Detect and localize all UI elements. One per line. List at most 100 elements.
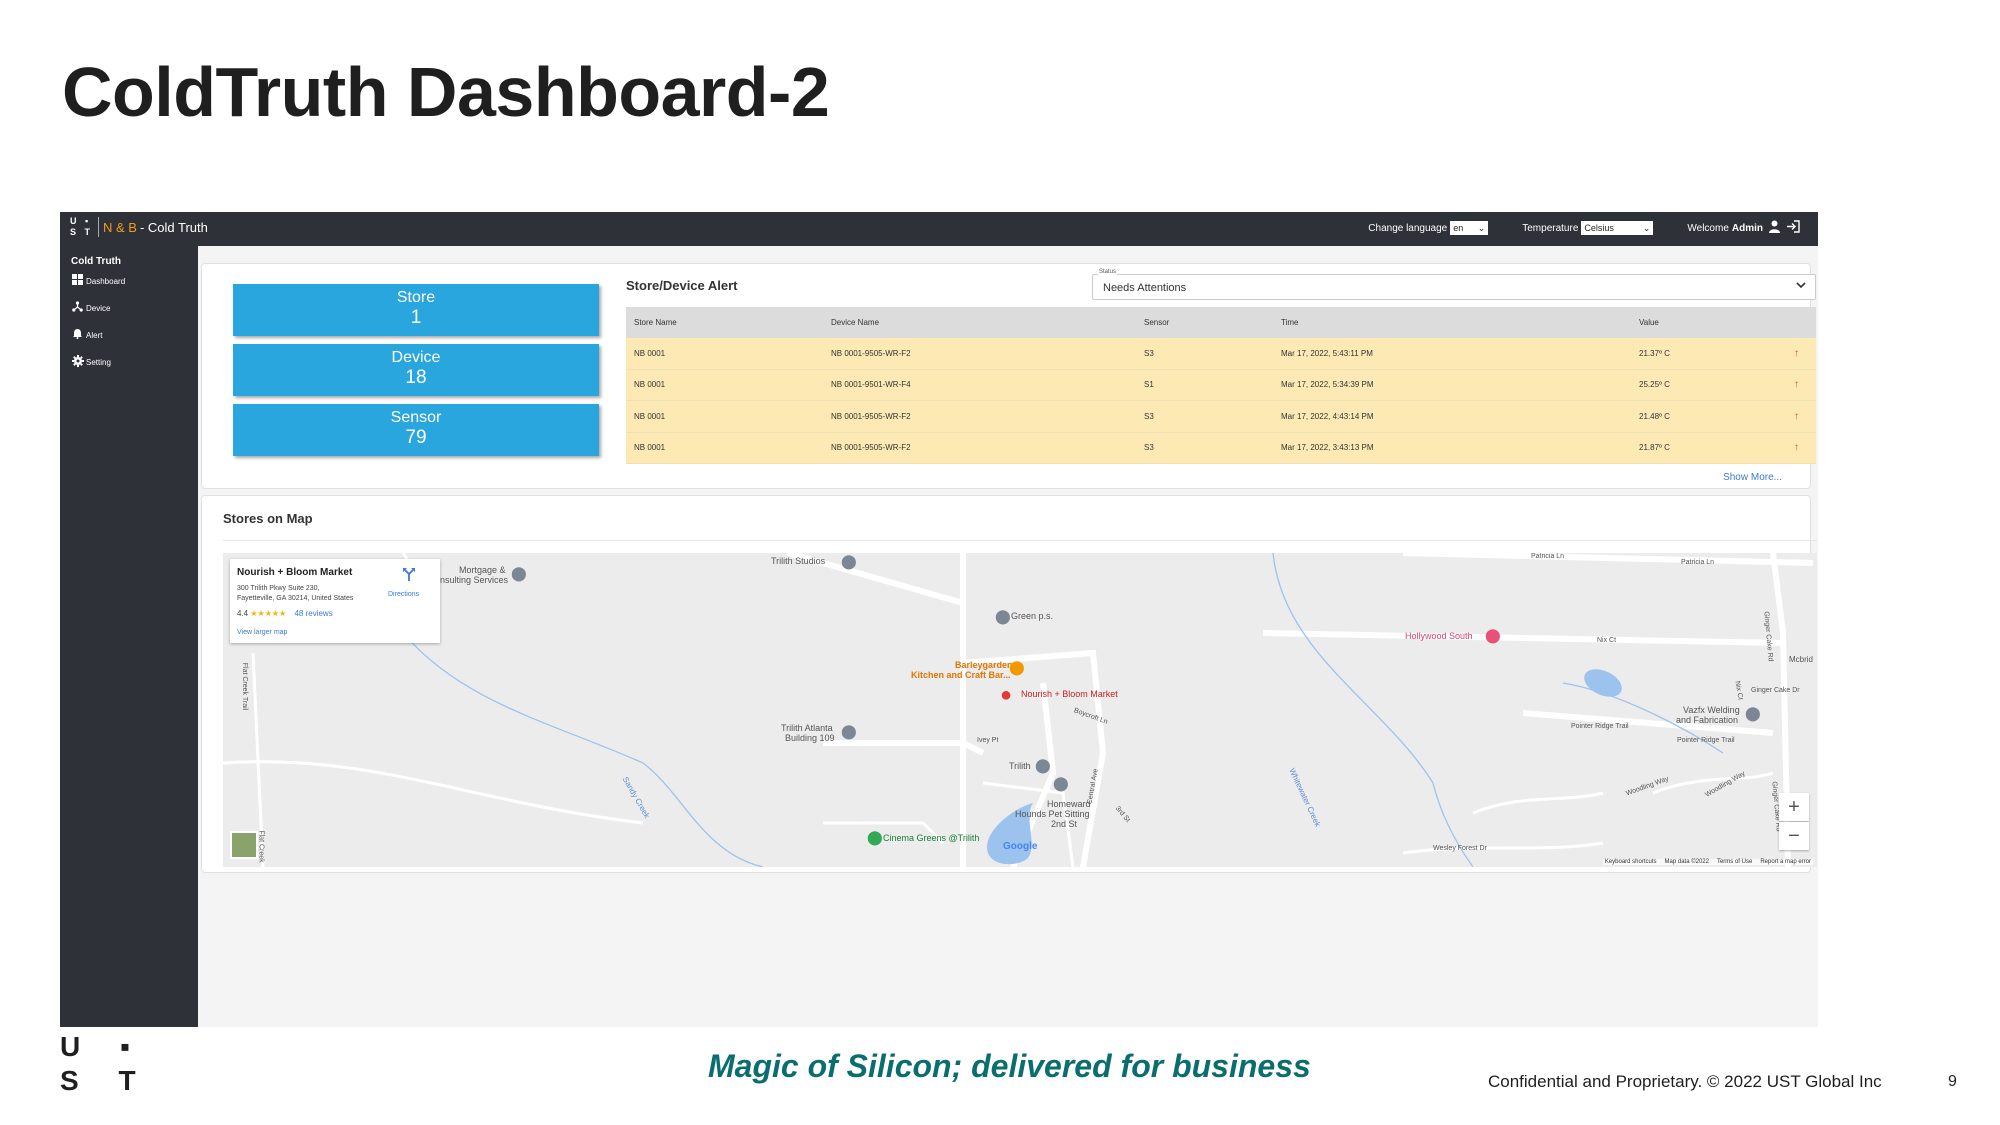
alert-table: Store Name Device Name Sensor Time Value… [626,307,1816,464]
view-larger-map-link[interactable]: View larger map [237,629,287,636]
map-label: Green p.s. [1011,611,1054,621]
map-label: Trilith Atlanta [781,723,833,733]
map-label: Mortgage & [459,565,506,575]
app-screenshot: U ▪ S T N & B - Cold Truth Change langua… [60,212,1818,1027]
show-more-link[interactable]: Show More... [1723,472,1782,483]
table-row[interactable]: NB 0001 NB 0001-9505-WR-F2 S3 Mar 17, 2022,… [626,401,1816,433]
google-logo: Google [1003,841,1038,852]
map-pin-icon[interactable]: ⬤ [841,553,857,570]
status-value: Needs Attentions [1103,282,1187,294]
device-icon [72,301,84,315]
map-label: 2nd St [1051,819,1078,829]
welcome-label: Welcome [1687,222,1729,234]
store-map[interactable]: Nourish + Bloom Market 300 Trilith Pkwy … [223,553,1817,867]
language-select[interactable]: en ⌄ [1450,221,1489,235]
map-label: Trilith [1009,761,1031,771]
reviews-link[interactable]: 48 reviews [294,609,332,618]
map-footer: Keyboard shortcuts Map data ©2022 Terms … [1602,859,1813,865]
map-info-window[interactable]: Nourish + Bloom Market 300 Trilith Pkwy … [230,559,440,643]
map-pin-icon[interactable]: ⬤ [511,565,527,582]
summary-card: Store 1 Device 18 Sensor 79 Store/Device… [201,263,1816,489]
col-value[interactable]: Value [1639,318,1659,327]
sidebar-item-dashboard[interactable]: Dashboard [72,274,125,288]
brand[interactable]: U ▪ S T N & B - Cold Truth [70,216,208,238]
arrow-up-icon: ↑ [1794,347,1799,359]
map-card: Stores on Map Nourish + Bloom Market 300… [201,495,1817,873]
chevron-down-icon [1795,278,1807,294]
map-label: Patricia Ln [1531,553,1565,560]
logout-icon[interactable] [1786,220,1800,236]
welcome-user: Admin [1731,222,1763,234]
ust-logo-mini: U ▪ S T [70,216,94,237]
star-rating-icon: ★★★★★ [250,609,287,618]
status-select[interactable]: Status Needs Attentions [1092,269,1816,300]
brand-prefix: N & B [103,219,137,235]
slide: ColdTruth Dashboard-2 U ▪ S T N & B - Co… [0,0,2000,1125]
sidebar-heading: Cold Truth [71,256,121,267]
brand-separator [98,217,99,237]
report-error-link[interactable]: Report a map error [1760,859,1811,865]
map-pin-icon[interactable]: ⬤ [841,723,857,740]
map-label: Hounds Pet Sitting [1015,809,1090,819]
map-label: Pointer Ridge Trail [1677,737,1735,744]
arrow-up-icon: ↑ [1794,442,1799,454]
table-row[interactable]: NB 0001 NB 0001-9501-WR-F4 S1 Mar 17, 2022,… [626,369,1816,401]
map-pin-icon[interactable]: ⬤ [1053,775,1069,792]
top-controls: Change language en ⌄ Temperature Celsius ⌄… [1368,220,1800,236]
ust-logo: U ▪ S T [60,1031,152,1096]
map-pin-icon[interactable]: ⬤ [995,608,1011,625]
sidebar-item-device[interactable]: Device [72,301,110,315]
map-label: Flat Creek [257,830,265,863]
map-label: Nix Ct [1597,637,1617,644]
map-roads [223,553,1814,867]
zoom-in-button[interactable]: + [1779,793,1809,821]
map-pin-icon[interactable]: ⬤ [1745,705,1761,722]
page-number: 9 [1948,1073,1957,1090]
map-label: nsulting Services [440,575,509,585]
map-label: Barleygarden [955,660,1013,670]
map-label: Patricia Ln [1681,559,1715,566]
status-label: Status [1098,269,1118,275]
stat-device[interactable]: Device 18 [233,344,599,396]
arrow-up-icon: ↑ [1794,410,1799,422]
temperature-select[interactable]: Celsius ⌄ [1581,221,1654,235]
col-store-name[interactable]: Store Name [634,318,677,327]
tagline: Magic of Silicon; delivered for business [708,1048,1311,1084]
main-content: Store 1 Device 18 Sensor 79 Store/Device… [198,246,1818,1027]
sidebar-item-alert[interactable]: Alert [72,328,102,342]
map-pin-icon[interactable]: ⬤ [1485,627,1501,644]
alert-title: Store/Device Alert [626,278,738,293]
map-data-text: Map data ©2022 [1664,859,1709,865]
directions-link[interactable]: Directions [388,591,419,598]
gear-icon [72,355,84,370]
language-label: Change language [1368,222,1448,234]
map-label: Homeward [1047,799,1091,809]
table-row[interactable]: NB 0001 NB 0001-9505-WR-F2 S3 Mar 17, 2022,… [626,338,1816,370]
store-pin-icon[interactable]: ● [1000,684,1012,707]
terms-link[interactable]: Terms of Use [1717,859,1752,865]
col-sensor[interactable]: Sensor [1144,318,1169,327]
map-title: Stores on Map [223,511,313,526]
brand-name: - Cold Truth [139,219,208,235]
col-time[interactable]: Time [1281,318,1298,327]
map-label: Flat Creek Trail [241,662,249,711]
stat-store[interactable]: Store 1 [233,284,599,336]
map-label: Cinema Greens @Trilith [883,833,980,843]
map-label: Vazfx Welding [1683,705,1740,715]
user-icon[interactable] [1768,220,1781,236]
top-bar: U ▪ S T N & B - Cold Truth Change langua… [60,212,1818,246]
slide-title: ColdTruth Dashboard-2 [62,53,830,131]
zoom-out-button[interactable]: − [1779,822,1809,850]
chevron-down-icon: ⌄ [1477,222,1486,233]
map-label: Ginger Cake Dr [1751,687,1800,694]
table-row[interactable]: NB 0001 NB 0001-9505-WR-F2 S3 Mar 17, 2022,… [626,432,1816,464]
stat-sensor[interactable]: Sensor 79 [233,404,599,456]
satellite-toggle[interactable] [230,831,258,859]
info-address: 300 Trilith Pkwy Suite 230, Fayetteville… [237,585,354,602]
keyboard-shortcuts-link[interactable]: Keyboard shortcuts [1605,859,1657,865]
col-device-name[interactable]: Device Name [831,318,879,327]
park-pin-icon[interactable]: ⬤ [867,829,883,846]
map-pin-icon[interactable]: ⬤ [1035,757,1051,774]
sidebar-item-setting[interactable]: Setting [72,355,111,370]
restaurant-pin-icon[interactable]: ⬤ [1009,659,1025,676]
